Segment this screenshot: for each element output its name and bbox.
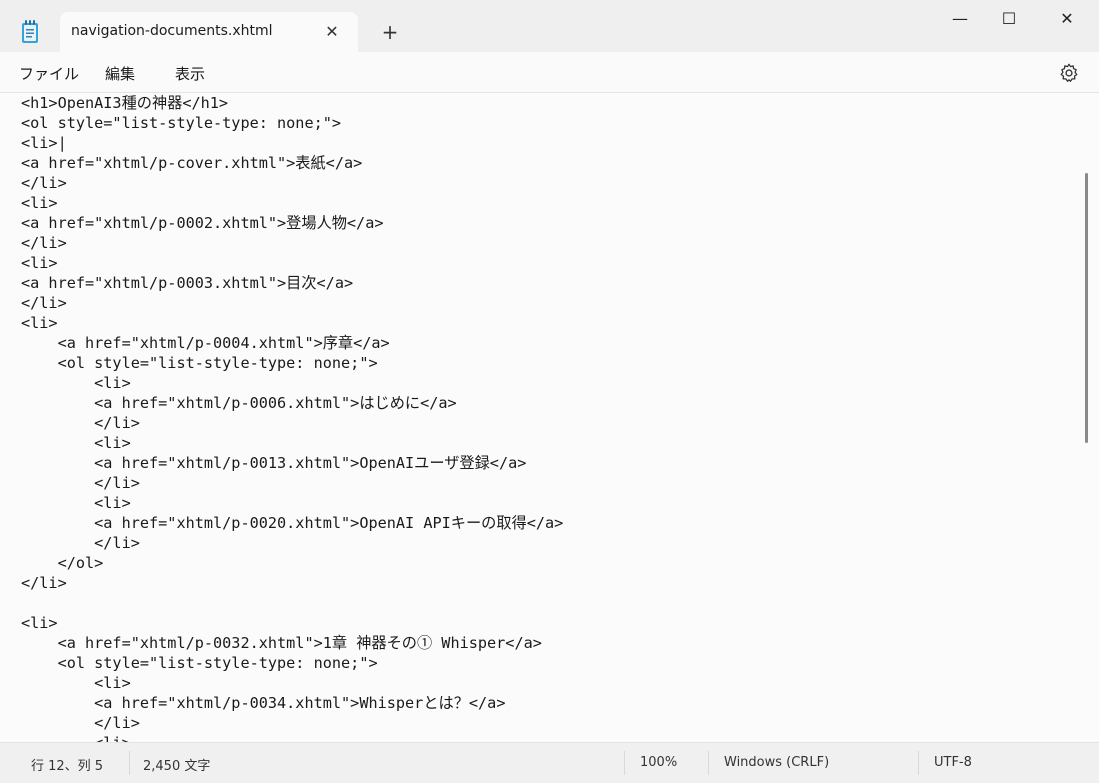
- menu-bar: ファイル 編集 表示: [0, 52, 1099, 93]
- code-line[interactable]: <li>: [21, 493, 563, 513]
- title-bar: navigation-documents.xhtml ✕ + — ☐ ✕: [0, 0, 1099, 52]
- status-bar: 行 12、列 5 2,450 文字 100% Windows (CRLF) UT…: [0, 742, 1099, 783]
- minimize-button[interactable]: —: [937, 0, 983, 40]
- code-line[interactable]: <a href="xhtml/p-cover.xhtml">表紙</a>: [21, 153, 563, 173]
- menu-file[interactable]: ファイル: [19, 63, 79, 84]
- code-line[interactable]: <li>: [21, 193, 563, 213]
- code-line[interactable]: </ol>: [21, 553, 563, 573]
- code-line[interactable]: <li>: [21, 373, 563, 393]
- code-line[interactable]: <a href="xhtml/p-0006.xhtml">はじめに</a>: [21, 393, 563, 413]
- code-line[interactable]: <li>: [21, 253, 563, 273]
- cursor-position: 行 12、列 5: [31, 759, 104, 774]
- code-line[interactable]: </li>: [21, 533, 563, 553]
- code-line[interactable]: <a href="xhtml/p-0003.xhtml">目次</a>: [21, 273, 563, 293]
- code-line[interactable]: <li>: [21, 433, 563, 453]
- code-line[interactable]: <ol style="list-style-type: none;">: [21, 653, 563, 673]
- zoom-level[interactable]: 100%: [640, 755, 677, 770]
- menu-edit[interactable]: 編集: [105, 63, 135, 84]
- code-line[interactable]: <a href="xhtml/p-0002.xhtml">登場人物</a>: [21, 213, 563, 233]
- code-line[interactable]: <li>|: [21, 133, 563, 153]
- status-divider: [624, 751, 625, 775]
- editor-content[interactable]: <h1>OpenAI3種の神器</h1> <ol style="list-styl…: [21, 93, 563, 742]
- code-line[interactable]: </li>: [21, 713, 563, 733]
- code-line[interactable]: <a href="xhtml/p-0004.xhtml">序章</a>: [21, 333, 563, 353]
- maximize-button[interactable]: ☐: [986, 0, 1032, 40]
- vertical-scrollbar[interactable]: [1085, 173, 1088, 443]
- code-line[interactable]: <h1>OpenAI3種の神器</h1>: [21, 93, 563, 113]
- notepad-app-icon: [22, 20, 38, 43]
- close-icon[interactable]: ✕: [322, 22, 342, 42]
- code-line[interactable]: <a href="xhtml/p-0020.xhtml">OpenAI APIキ…: [21, 513, 563, 533]
- text-editor[interactable]: <h1>OpenAI3種の神器</h1> <ol style="list-styl…: [0, 93, 1099, 742]
- code-line[interactable]: <li>: [21, 673, 563, 693]
- code-line[interactable]: </li>: [21, 413, 563, 433]
- code-line[interactable]: <li>: [21, 313, 563, 333]
- status-divider: [708, 751, 709, 775]
- code-line[interactable]: <ol style="list-style-type: none;">: [21, 113, 563, 133]
- code-line[interactable]: </li>: [21, 573, 563, 593]
- status-divider: [129, 751, 130, 775]
- code-line[interactable]: [21, 593, 563, 613]
- code-line[interactable]: <li>: [21, 613, 563, 633]
- code-line[interactable]: </li>: [21, 293, 563, 313]
- code-line[interactable]: <li>: [21, 733, 563, 742]
- line-ending[interactable]: Windows (CRLF): [724, 755, 829, 770]
- status-divider: [918, 751, 919, 775]
- character-count: 2,450 文字: [143, 759, 211, 774]
- code-line[interactable]: </li>: [21, 473, 563, 493]
- menu-view[interactable]: 表示: [175, 63, 205, 84]
- code-line[interactable]: </li>: [21, 173, 563, 193]
- close-window-button[interactable]: ✕: [1044, 0, 1090, 40]
- code-line[interactable]: <a href="xhtml/p-0032.xhtml">1章 神器その① Wh…: [21, 633, 563, 653]
- document-tab[interactable]: navigation-documents.xhtml ✕: [60, 12, 358, 52]
- tab-title: navigation-documents.xhtml: [71, 23, 273, 39]
- code-line[interactable]: <a href="xhtml/p-0013.xhtml">OpenAIユーザ登録…: [21, 453, 563, 473]
- new-tab-button[interactable]: +: [378, 20, 402, 44]
- gear-icon[interactable]: [1058, 62, 1080, 84]
- code-line[interactable]: </li>: [21, 233, 563, 253]
- code-line[interactable]: <ol style="list-style-type: none;">: [21, 353, 563, 373]
- encoding[interactable]: UTF-8: [934, 755, 972, 770]
- code-line[interactable]: <a href="xhtml/p-0034.xhtml">Whisperとは？<…: [21, 693, 563, 713]
